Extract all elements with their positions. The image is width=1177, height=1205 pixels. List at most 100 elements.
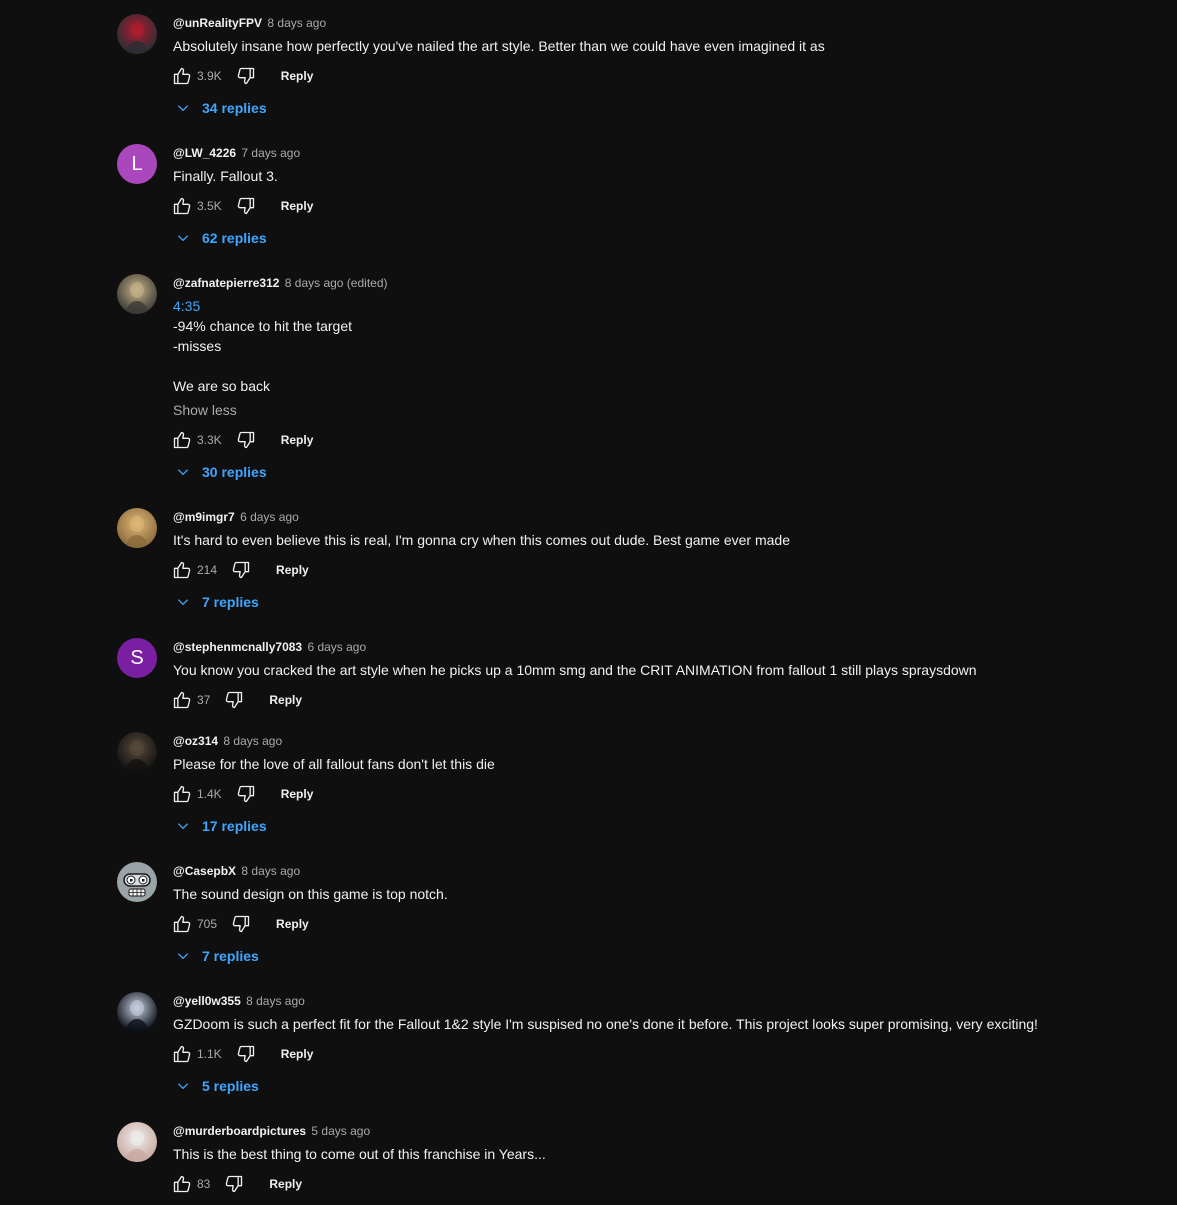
view-replies-button[interactable]: 34 replies xyxy=(176,98,267,118)
like-icon[interactable] xyxy=(171,65,193,87)
replies-count-label: 30 replies xyxy=(202,464,267,480)
like-icon[interactable] xyxy=(171,195,193,217)
view-replies-button[interactable]: 5 replies xyxy=(176,1076,259,1096)
comment-time[interactable]: 8 days ago xyxy=(246,994,305,1008)
comment-text-line: It's hard to even believe this is real, … xyxy=(173,532,790,548)
reply-button[interactable]: Reply xyxy=(269,693,302,707)
like-icon[interactable] xyxy=(171,429,193,451)
avatar[interactable]: L xyxy=(117,144,157,184)
comment-author[interactable]: @oz314 xyxy=(173,734,218,748)
comment-text: Please for the love of all fallout fans … xyxy=(173,754,495,774)
reply-button[interactable]: Reply xyxy=(281,787,314,801)
comment-text-line: Finally. Fallout 3. xyxy=(173,168,278,184)
comment-header: @CasepbX 8 days ago xyxy=(173,863,300,879)
reply-button[interactable]: Reply xyxy=(281,1047,314,1061)
view-replies-button[interactable]: 7 replies xyxy=(176,946,259,966)
chevron-down-icon xyxy=(176,949,190,963)
comment-time[interactable]: 6 days ago xyxy=(307,640,366,654)
dislike-icon[interactable] xyxy=(230,913,252,935)
like-count: 83 xyxy=(197,1177,211,1191)
comment-header: @stephenmcnally7083 6 days ago xyxy=(173,639,366,655)
comment-author[interactable]: @zafnatepierre312 xyxy=(173,276,279,290)
view-replies-button[interactable]: 30 replies xyxy=(176,462,267,482)
reply-button[interactable]: Reply xyxy=(281,433,314,447)
comment-text-line: This is the best thing to come out of th… xyxy=(173,1146,546,1162)
timestamp-link[interactable]: 4:35 xyxy=(173,296,352,316)
dislike-icon[interactable] xyxy=(230,559,252,581)
comment-header: @m9imgr7 6 days ago xyxy=(173,509,299,525)
avatar[interactable] xyxy=(117,732,157,772)
like-icon[interactable] xyxy=(171,1173,193,1195)
comment-text-line: Please for the love of all fallout fans … xyxy=(173,756,495,772)
dislike-icon[interactable] xyxy=(223,1173,245,1195)
avatar[interactable] xyxy=(117,274,157,314)
comment-text-line xyxy=(173,356,352,376)
reply-button[interactable]: Reply xyxy=(269,1177,302,1191)
dislike-icon[interactable] xyxy=(235,429,257,451)
dislike-icon[interactable] xyxy=(235,1043,257,1065)
like-icon[interactable] xyxy=(171,559,193,581)
comment-actions: 3.5K Reply xyxy=(171,194,313,218)
comment-author[interactable]: @m9imgr7 xyxy=(173,510,235,524)
like-icon[interactable] xyxy=(171,1043,193,1065)
avatar[interactable] xyxy=(117,862,157,902)
comment-actions: 83 Reply xyxy=(171,1172,302,1196)
replies-count-label: 7 replies xyxy=(202,594,259,610)
like-count: 705 xyxy=(197,917,218,931)
avatar[interactable]: S xyxy=(117,638,157,678)
comment-time[interactable]: 8 days ago xyxy=(223,734,282,748)
like-icon[interactable] xyxy=(171,913,193,935)
comment-author[interactable]: @stephenmcnally7083 xyxy=(173,640,302,654)
comment-text: The sound design on this game is top not… xyxy=(173,884,448,904)
comment-time[interactable]: 8 days ago xyxy=(241,864,300,878)
like-icon[interactable] xyxy=(171,689,193,711)
reply-button[interactable]: Reply xyxy=(281,199,314,213)
comment-header: @zafnatepierre312 8 days ago (edited) xyxy=(173,275,388,291)
comment-time[interactable]: 7 days ago xyxy=(241,146,300,160)
comment-text: 4:35 -94% chance to hit the target -misses… xyxy=(173,296,352,420)
comment-time[interactable]: 6 days ago xyxy=(240,510,299,524)
reply-button[interactable]: Reply xyxy=(276,917,309,931)
like-count: 214 xyxy=(197,563,218,577)
like-icon[interactable] xyxy=(171,783,193,805)
dislike-icon[interactable] xyxy=(223,689,245,711)
comment-author[interactable]: @CasepbX xyxy=(173,864,236,878)
comment-text-line: We are so back xyxy=(173,378,271,394)
like-count: 1.1K xyxy=(197,1047,222,1061)
view-replies-button[interactable]: 62 replies xyxy=(176,228,267,248)
comment-time[interactable]: 8 days ago xyxy=(267,16,326,30)
comment-time[interactable]: 5 days ago xyxy=(311,1124,370,1138)
comment-header: @LW_4226 7 days ago xyxy=(173,145,300,161)
avatar[interactable] xyxy=(117,1122,157,1162)
reply-button[interactable]: Reply xyxy=(281,69,314,83)
replies-count-label: 7 replies xyxy=(202,948,259,964)
chevron-down-icon xyxy=(176,101,190,115)
avatar[interactable] xyxy=(117,14,157,54)
comment-text: Finally. Fallout 3. xyxy=(173,166,278,186)
avatar[interactable] xyxy=(117,992,157,1032)
chevron-down-icon xyxy=(176,819,190,833)
like-count: 37 xyxy=(197,693,211,707)
comment-text-line: The sound design on this game is top not… xyxy=(173,886,448,902)
reply-button[interactable]: Reply xyxy=(276,563,309,577)
comment-author[interactable]: @LW_4226 xyxy=(173,146,236,160)
comment-author[interactable]: @yell0w355 xyxy=(173,994,241,1008)
comment-actions: 3.9K Reply xyxy=(171,64,313,88)
comment-author[interactable]: @unRealityFPV xyxy=(173,16,262,30)
comment-header: @unRealityFPV 8 days ago xyxy=(173,15,326,31)
dislike-icon[interactable] xyxy=(235,783,257,805)
comment-text-line: Absolutely insane how perfectly you've n… xyxy=(173,38,825,54)
dislike-icon[interactable] xyxy=(235,65,257,87)
view-replies-button[interactable]: 17 replies xyxy=(176,816,267,836)
show-less-button[interactable]: Show less xyxy=(173,400,352,420)
comment-time[interactable]: 8 days ago (edited) xyxy=(285,276,388,290)
view-replies-button[interactable]: 7 replies xyxy=(176,592,259,612)
comment-actions: 705 Reply xyxy=(171,912,309,936)
avatar[interactable] xyxy=(117,508,157,548)
comment-text-line: GZDoom is such a perfect fit for the Fal… xyxy=(173,1016,1038,1032)
comment-author[interactable]: @murderboardpictures xyxy=(173,1124,306,1138)
dislike-icon[interactable] xyxy=(235,195,257,217)
comment-header: @oz314 8 days ago xyxy=(173,733,282,749)
chevron-down-icon xyxy=(176,1079,190,1093)
comment-text: You know you cracked the art style when … xyxy=(173,660,977,680)
